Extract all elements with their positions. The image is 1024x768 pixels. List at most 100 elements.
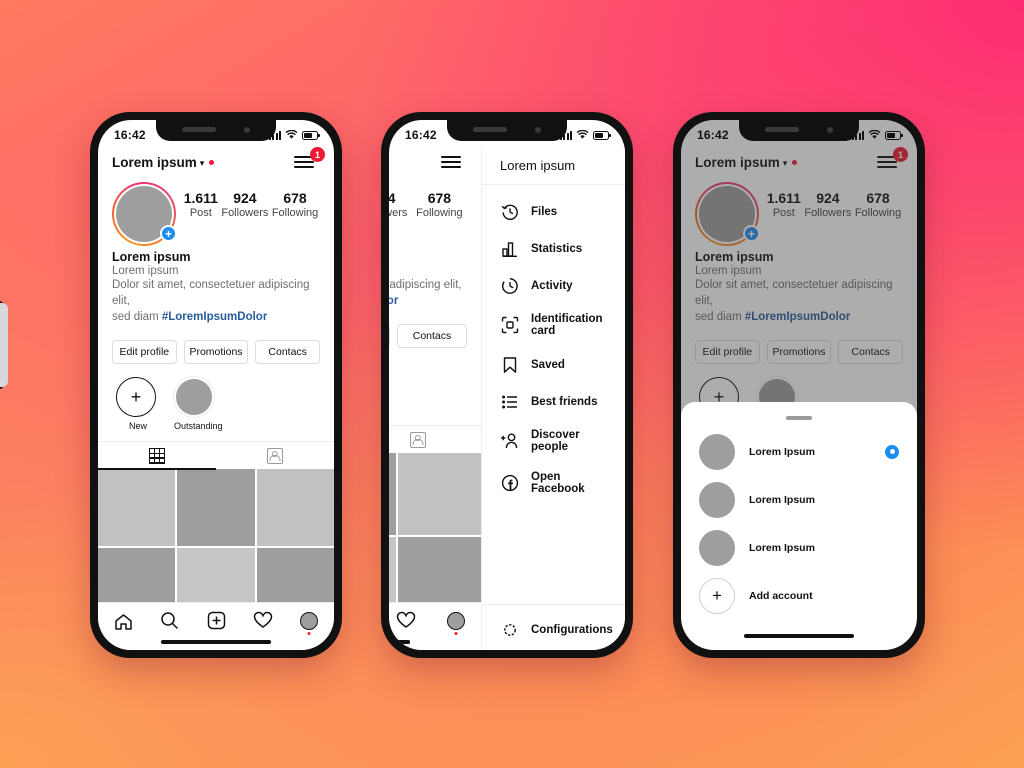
history-clock-icon	[500, 202, 519, 221]
menu-item-saved[interactable]: Saved	[482, 346, 625, 383]
add-account-row[interactable]: + Add account	[681, 572, 917, 620]
bar-chart-icon	[500, 239, 519, 258]
menu-item-label: Identification card	[531, 313, 603, 337]
account-row[interactable]: Lorem Ipsum	[681, 476, 917, 524]
photo-cell[interactable]	[256, 468, 334, 546]
menu-item-files[interactable]: Files	[482, 193, 625, 230]
profile-tabs-shifted	[389, 424, 481, 453]
edit-profile-button[interactable]: Edit profile	[112, 339, 177, 364]
side-menu-panel: Lorem ipsum Files Statistics Activity Id…	[481, 146, 625, 650]
stat-followers[interactable]: 924 Followers	[221, 190, 268, 219]
chevron-down-icon: ▾	[199, 157, 205, 168]
bio-text: Dolor sit amet, consectetuer adipiscing …	[112, 278, 320, 326]
photo-cell[interactable]	[98, 468, 176, 546]
add-post-icon[interactable]	[207, 611, 227, 631]
stat-label: Followers	[389, 207, 408, 219]
camera-icon	[244, 127, 250, 133]
add-person-icon	[500, 432, 519, 451]
speaker-icon	[765, 127, 799, 132]
photo-cell[interactable]	[389, 452, 397, 536]
home-indicator	[744, 633, 854, 638]
profile-action-buttons: Edit profile Promotions Contacs	[98, 326, 334, 364]
highlight-new[interactable]: + New	[116, 376, 160, 431]
profile-action-buttons-shifted: Edit profile Promotions Contacs	[389, 310, 481, 348]
promotions-button[interactable]: Promotions	[183, 339, 249, 364]
account-row[interactable]: Lorem Ipsum	[681, 428, 917, 476]
contacs-button[interactable]: Contacs	[255, 339, 321, 364]
stat-following[interactable]: 678 Following	[272, 190, 318, 219]
new-story-dot	[209, 159, 215, 165]
phone-2-screen: 16:42 Lorem ipsum ▾ +	[389, 120, 625, 650]
notch	[447, 120, 567, 141]
tab-tagged[interactable]	[216, 442, 334, 469]
hamburger-menu-button[interactable]	[441, 152, 467, 172]
avatar[interactable]: +	[112, 182, 177, 246]
profile-avatar-icon[interactable]	[447, 612, 465, 630]
menu-item-label: Configurations	[531, 623, 613, 636]
username-switcher[interactable]: Lorem ipsum ▾	[112, 155, 215, 170]
menu-item-statistics[interactable]: Statistics	[482, 230, 625, 267]
side-menu-title: Lorem ipsum	[482, 146, 625, 185]
stat-label: Following	[271, 207, 319, 219]
camera-icon	[827, 127, 833, 133]
photo-cell[interactable]	[398, 452, 482, 536]
bio-hashtag[interactable]: #LoremIpsumDolor	[389, 295, 398, 307]
photo-cell[interactable]	[177, 468, 255, 546]
profile-stats: 1.611 Post 924 Followers 678 Following	[176, 182, 320, 219]
promotions-button[interactable]: Promotions	[389, 323, 390, 348]
profile-header-shifted: + 1.611 Post 924 Followers 678 Following	[389, 176, 481, 246]
camera-icon	[535, 127, 541, 133]
hamburger-menu-button[interactable]: 1	[294, 147, 325, 172]
profile-avatar-icon[interactable]	[300, 612, 318, 630]
search-icon[interactable]	[160, 611, 180, 631]
stat-post[interactable]: 1.611 Post	[184, 190, 218, 219]
bio-text: Dolor sit amet, consectetuer adipiscing …	[389, 278, 467, 310]
profile-header: + 1.611 Post 924 Followers 678 Following	[98, 176, 334, 246]
profile-tabs	[98, 440, 334, 470]
menu-item-label: Saved	[531, 358, 565, 371]
menu-item-label: Open Facebook	[531, 471, 585, 495]
home-icon[interactable]	[114, 613, 133, 630]
menu-item-discover-people[interactable]: Discover people	[482, 420, 625, 462]
account-name: Lorem Ipsum	[749, 541, 815, 554]
heart-icon[interactable]	[253, 611, 273, 631]
phone-1-screen: 16:42 Lorem ipsum ▾ 1 + 1.611 Post 924 F…	[98, 120, 334, 650]
stat-following[interactable]: 678 Following	[416, 190, 462, 219]
stat-label: Following	[416, 207, 463, 219]
status-indicators	[560, 130, 611, 140]
stat-followers[interactable]: 924 Followers	[389, 190, 407, 219]
menu-item-open-facebook[interactable]: Open Facebook	[482, 462, 625, 504]
menu-item-identification-card[interactable]: Identification card	[482, 304, 625, 346]
status-time: 16:42	[697, 128, 729, 142]
home-indicator-under	[389, 640, 410, 644]
plus-icon: +	[116, 376, 156, 417]
battery-icon	[593, 130, 611, 140]
highlight-outstanding[interactable]: Outstanding	[174, 376, 223, 431]
bio-hashtag[interactable]: #LoremIpsumDolor	[162, 311, 267, 323]
add-story-plus-icon[interactable]: +	[160, 225, 177, 242]
grid-icon	[149, 447, 165, 464]
sheet-grabber-handle[interactable]	[786, 416, 812, 420]
bio-line-2: sed diam	[112, 310, 162, 323]
wifi-icon	[576, 130, 589, 139]
story-highlights-shifted: + New Outstanding	[389, 348, 481, 425]
tab-grid[interactable]	[98, 442, 216, 470]
bio-display-name: Lorem ipsum	[389, 250, 467, 264]
heart-icon[interactable]	[396, 611, 416, 631]
profile-bio-shifted: Lorem ipsum Lorem ipsum Dolor sit amet, …	[389, 246, 481, 310]
tab-tagged[interactable]	[389, 426, 481, 453]
side-menu-list: Files Statistics Activity Identification…	[482, 185, 625, 604]
account-avatar	[699, 433, 735, 470]
tagged-photos-icon	[267, 447, 283, 464]
menu-item-best-friends[interactable]: Best friends	[482, 383, 625, 420]
account-row[interactable]: Lorem Ipsum	[681, 524, 917, 572]
menu-item-configurations[interactable]: Configurations	[482, 611, 625, 648]
bio-display-name: Lorem ipsum	[112, 250, 191, 264]
phone-2-side-menu: 16:42 Lorem ipsum ▾ +	[381, 112, 633, 658]
menu-item-label: Activity	[531, 279, 573, 292]
selected-radio-icon[interactable]	[885, 444, 899, 459]
status-time: 16:42	[405, 128, 437, 142]
menu-item-activity[interactable]: Activity	[482, 267, 625, 304]
status-time: 16:42	[114, 128, 146, 142]
contacs-button[interactable]: Contacs	[397, 323, 467, 348]
